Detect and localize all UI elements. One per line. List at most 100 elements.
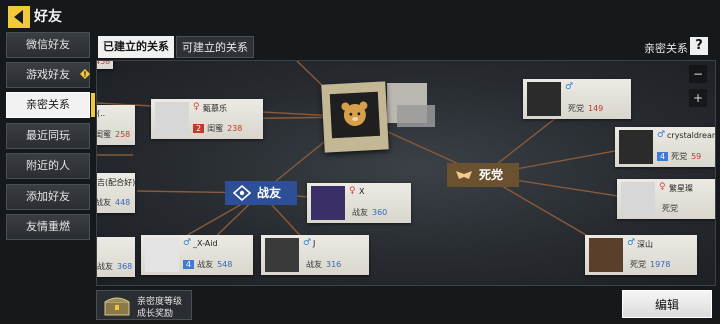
intimacy-value: 1978 [650, 260, 671, 269]
friend-name: 甄慕乐 [203, 104, 227, 113]
alert-diamond-icon [80, 69, 90, 79]
friend-avatar [145, 238, 179, 272]
treasure-chest-icon [104, 297, 130, 316]
friend-name: 吉(配合好) [97, 178, 136, 187]
male-icon: ♂ [627, 238, 636, 248]
intimacy-value: 448 [115, 198, 131, 207]
sidebar-item-label: 附近的人 [26, 159, 70, 172]
relation-type: 战友 [197, 260, 214, 269]
male-icon: ♂ [183, 238, 192, 248]
tab-established-relations[interactable]: 已建立的关系 [98, 36, 174, 58]
hub-best-buddy[interactable]: 死党 [447, 163, 519, 187]
sidebar-item-intimate-relations[interactable]: 亲密关系 [6, 92, 95, 118]
intimacy-value: 458 [96, 60, 111, 66]
intimacy-value: 548 [217, 260, 233, 269]
relation-level: 4 [183, 260, 195, 269]
sidebar-item-wechat-friends[interactable]: 微信好友 [6, 32, 90, 58]
relation-type: 战友 [306, 260, 322, 269]
relation-type: 死党 [671, 152, 688, 161]
friend-card[interactable]: ♀ 繁星璨 死党 [617, 179, 715, 219]
male-icon: ♂ [565, 82, 574, 92]
zoom-out-icon[interactable]: − [689, 65, 707, 83]
friend-card[interactable]: ♀ 甄慕乐 2 闺蜜 238 [151, 99, 263, 139]
friend-name: 深山 [637, 240, 653, 249]
zoom-in-icon[interactable]: + [689, 89, 707, 107]
player-center-photo[interactable] [321, 81, 389, 153]
male-icon: ♂ [657, 130, 666, 140]
friend-name: _X-Aid [193, 239, 218, 248]
friend-name: (.. [97, 109, 106, 118]
friend-name: J [313, 239, 316, 248]
male-icon: ♂ [303, 238, 312, 248]
relation-type: 死党 [568, 104, 584, 113]
comrade-emblem-icon [233, 185, 251, 201]
hub-comrade-label: 战友 [257, 186, 282, 200]
intimacy-value: 258 [115, 130, 131, 139]
relationship-map[interactable]: 战友 死党 458 ♀ 甄慕乐 2 闺蜜 238 (.. 闺蜜 258 ♂ 死党 149… [96, 60, 716, 286]
sidebar-item-add-friend[interactable]: 添加好友 [6, 184, 90, 210]
relation-type: 死党 [630, 260, 646, 269]
intimacy-value: 59 [691, 152, 702, 161]
sidebar-item-nearby-people[interactable]: 附近的人 [6, 153, 90, 179]
friend-card[interactable]: ♂ 深山 死党 1978 [585, 235, 697, 275]
relation-level: 2 [193, 124, 205, 133]
friend-card[interactable]: 战友 368 [97, 237, 135, 277]
intimacy-value: 368 [117, 262, 133, 271]
sidebar-item-label: 游戏好友 [26, 68, 70, 81]
friend-avatar [155, 102, 189, 136]
tab-available-relations[interactable]: 可建立的关系 [176, 36, 254, 58]
friend-avatar [619, 130, 653, 164]
relation-type: 战友 [97, 262, 113, 271]
friend-avatar [589, 238, 623, 272]
relation-type: 闺蜜 [207, 124, 224, 133]
friend-card[interactable]: 458 [96, 60, 113, 69]
sidebar-item-recent-players[interactable]: 最近同玩 [6, 123, 90, 149]
intimacy-reward-button[interactable]: 亲密度等级 成长奖励 [96, 290, 192, 320]
help-icon[interactable]: ? [690, 37, 708, 55]
reward-label-line2: 成长奖励 [137, 309, 174, 319]
photo-scrap [397, 105, 435, 127]
intimacy-value: 238 [227, 124, 243, 133]
friend-card[interactable]: 吉(配合好) 战友 448 [96, 173, 136, 213]
relation-level: 4 [657, 152, 669, 161]
bear-avatar-icon [329, 91, 381, 139]
female-icon: ♀ [349, 186, 356, 196]
female-icon: ♀ [659, 182, 666, 192]
intimacy-value: 149 [588, 104, 604, 113]
hub-best-buddy-label: 死党 [479, 168, 504, 182]
sidebar-item-label: 亲密关系 [26, 98, 70, 111]
sidebar-item-rekindle-friendship[interactable]: 友情重燃 [6, 214, 90, 240]
sidebar-item-label: 最近同玩 [26, 129, 70, 142]
hub-comrade[interactable]: 战友 [225, 181, 297, 205]
friend-avatar [527, 82, 561, 116]
friend-card[interactable]: ♀ X 战友 360 [307, 183, 411, 223]
wings-emblem-icon [456, 171, 472, 179]
friend-card[interactable]: ♂ 死党 149 [523, 79, 631, 119]
relation-type: 战友 [96, 198, 111, 207]
sidebar-item-label: 添加好友 [26, 190, 70, 203]
friend-card[interactable]: ♂ _X-Aid 4 战友 548 [141, 235, 253, 275]
female-icon: ♀ [193, 102, 200, 112]
player-avatar [329, 91, 381, 139]
friend-avatar [621, 182, 655, 216]
friend-name: 繁星璨 [669, 184, 693, 193]
relation-type: 死党 [662, 204, 678, 213]
back-arrow-icon[interactable] [8, 6, 30, 28]
friend-avatar [265, 238, 299, 272]
edit-button[interactable]: 编辑 [622, 290, 712, 318]
sidebar-item-label: 友情重燃 [26, 220, 70, 233]
intimacy-value: 360 [372, 208, 388, 217]
page-title: 好友 [34, 9, 62, 25]
friend-card[interactable]: (.. 闺蜜 258 [96, 105, 135, 145]
relation-type: 战友 [352, 208, 368, 217]
sidebar-item-game-friends[interactable]: 游戏好友 [6, 62, 90, 88]
friend-name: X [359, 187, 365, 196]
intimacy-value: 316 [326, 260, 342, 269]
friend-card[interactable]: ♂ crystaldream 4 死党 59 [615, 127, 716, 167]
help-label: 亲密关系 [644, 42, 688, 55]
friend-name: crystaldream [667, 131, 716, 140]
friend-card[interactable]: ♂ J 战友 316 [261, 235, 369, 275]
relation-type: 闺蜜 [96, 130, 111, 139]
friend-avatar [311, 186, 345, 220]
sidebar-item-label: 微信好友 [26, 38, 70, 51]
